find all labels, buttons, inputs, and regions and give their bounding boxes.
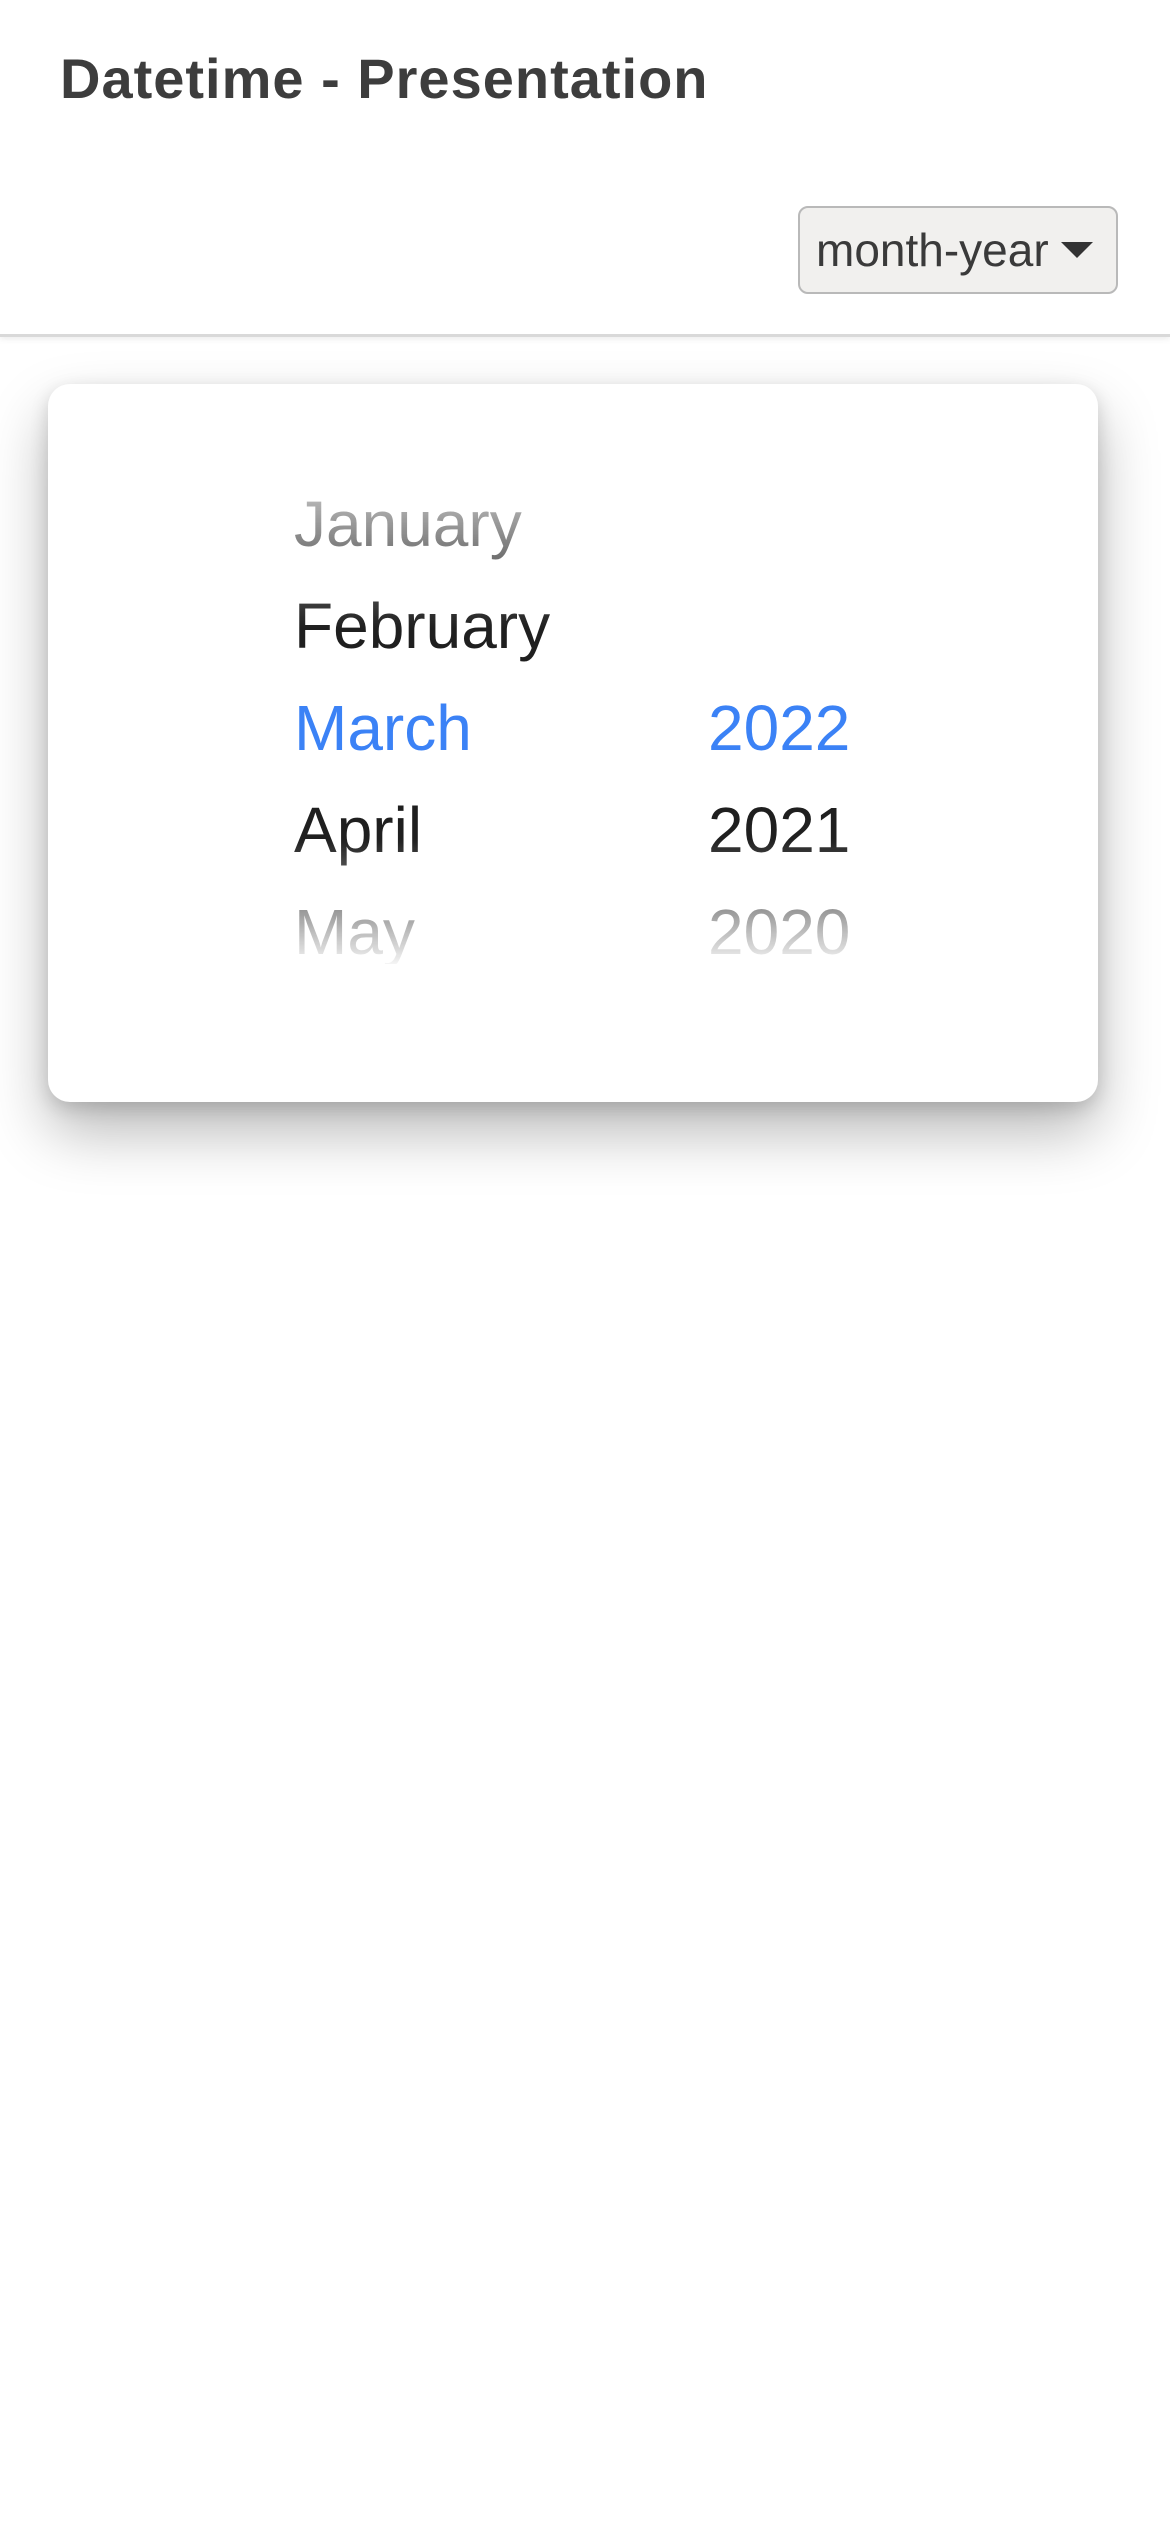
month-option-february[interactable]: February: [294, 586, 550, 666]
month-option-may[interactable]: May: [294, 892, 415, 964]
month-option-january[interactable]: January: [294, 484, 522, 564]
year-wheel[interactable]: 2022 2021 2020: [708, 484, 968, 964]
month-wheel[interactable]: January February March April May: [294, 484, 674, 964]
year-option-2020[interactable]: 2020: [708, 892, 850, 964]
presentation-select[interactable]: month-year: [798, 206, 1118, 294]
year-option-2022-selected[interactable]: 2022: [708, 688, 850, 768]
year-option-2021[interactable]: 2021: [708, 790, 850, 870]
presentation-select-value: month-year: [816, 224, 1049, 276]
caret-down-icon: [1060, 242, 1093, 258]
toolbar-header: Datetime - Presentation month-year: [0, 0, 1170, 337]
picker-wheels: January February March April May 2022 20…: [48, 384, 1098, 1102]
month-option-april[interactable]: April: [294, 790, 422, 870]
datetime-picker-card: January February March April May 2022 20…: [48, 384, 1098, 1102]
page-title: Datetime - Presentation: [60, 47, 709, 110]
month-option-march-selected[interactable]: March: [294, 688, 472, 768]
